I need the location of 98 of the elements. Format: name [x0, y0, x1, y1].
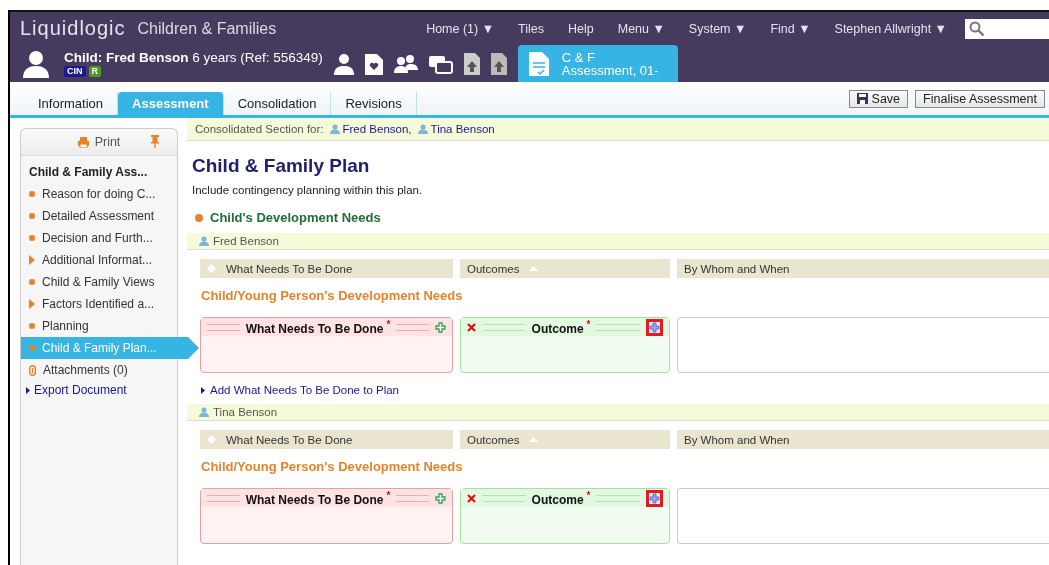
nav-menu-item[interactable]: Menu ▼: [605, 21, 677, 36]
nav-menu-item[interactable]: Home (1) ▼: [414, 21, 507, 36]
add-link[interactable]: Add What Needs To Be Done to Plan: [201, 384, 1049, 396]
document-heart-icon[interactable]: [363, 52, 384, 75]
column-header[interactable]: By Whom and When: [677, 430, 1049, 449]
bullet-icon: [29, 191, 35, 197]
bullet-icon: [29, 345, 35, 351]
bullet-icon: [29, 279, 35, 285]
sidebar-item[interactable]: Reason for doing C...: [21, 183, 177, 205]
column-header[interactable]: What Needs To Be Done: [200, 430, 453, 449]
bullet-icon: [29, 235, 35, 241]
add-icon: [649, 321, 660, 333]
column-label: Outcomes: [467, 262, 520, 275]
document-upload-icon[interactable]: [462, 51, 481, 76]
column-header[interactable]: Outcomes: [460, 259, 670, 278]
person-name: Tina Benson: [213, 406, 278, 418]
save-button[interactable]: Save: [848, 89, 909, 108]
document-upload-icon[interactable]: [489, 51, 508, 76]
nav-menu-item[interactable]: Find ▼: [758, 21, 823, 36]
box-title: What Needs To Be Done $^{*}$: [245, 318, 391, 336]
person-icon: [329, 124, 340, 134]
box-title: Outcome $^{*}$: [531, 318, 591, 336]
column-header[interactable]: By Whom and When: [677, 259, 1049, 278]
printer-icon: [77, 136, 89, 148]
person-link[interactable]: Tina Benson: [417, 123, 495, 135]
sidebar-heading: Child & Family Ass...: [28, 164, 149, 181]
nav-menu-item[interactable]: System ▼: [676, 21, 759, 36]
subsection-heading: Child/Young Person's Development Needs: [201, 459, 464, 474]
tab[interactable]: Consolidation: [223, 92, 332, 115]
status-badge: R: [88, 66, 101, 77]
highlight-frame[interactable]: [646, 489, 663, 507]
tab-title: C & F: [561, 50, 597, 64]
sidebar-item[interactable]: Planning: [21, 315, 177, 337]
highlight-frame[interactable]: [646, 318, 663, 336]
person-icon: [417, 124, 428, 134]
person-icon: [22, 49, 50, 78]
sidebar-item[interactable]: Decision and Furth...: [21, 227, 177, 249]
column-label: What Needs To Be Done: [226, 433, 353, 446]
triangle-icon: [29, 255, 35, 265]
person-name: Fred Benson: [213, 235, 279, 247]
column-label: What Needs To Be Done: [226, 262, 353, 275]
record-title: Child: Fred Benson 6 years (Ref: 556349): [64, 50, 323, 65]
paperclip-icon: [29, 364, 36, 376]
sidebar-item[interactable]: Detailed Assessment: [21, 205, 177, 227]
app-logo: Liquidlogic: [20, 17, 126, 40]
tab-subtitle: Assessment, 01-: [561, 63, 659, 77]
box-title: Outcome $^{*}$: [531, 489, 591, 507]
search-field[interactable]: [965, 18, 1049, 39]
sidebar-item[interactable]: Additional Informat...: [21, 249, 177, 271]
sidebar-item[interactable]: Export Document: [21, 381, 177, 399]
add-icon[interactable]: [435, 321, 446, 333]
tab[interactable]: Revisions: [331, 92, 417, 115]
add-icon[interactable]: [435, 492, 446, 504]
document-check-icon: [527, 50, 550, 77]
person-link[interactable]: Fred Benson,: [329, 123, 412, 135]
needs-box[interactable]: What Needs To Be Done $^{*}$: [200, 488, 453, 544]
column-label: Outcomes: [467, 433, 520, 446]
section-heading: Child's Development Needs: [210, 210, 381, 225]
bullet-icon: [29, 213, 35, 219]
diamond-icon: [207, 435, 216, 444]
consolidated-label: Consolidated Section for:: [195, 123, 324, 135]
nav-menu-item[interactable]: Help: [556, 21, 606, 36]
column-label: By Whom and When: [684, 262, 790, 275]
app-title: Children & Families: [137, 19, 277, 38]
sidebar-item[interactable]: Child & Family Views: [21, 271, 177, 293]
status-badge: CIN: [64, 66, 86, 77]
box-title: What Needs To Be Done $^{*}$: [245, 489, 391, 507]
subsection-heading: Child/Young Person's Development Needs: [201, 288, 464, 303]
intro-text: Include contingency planning within this plan.: [192, 184, 424, 196]
column-header[interactable]: What Needs To Be Done: [200, 259, 453, 278]
save-icon: [856, 93, 868, 104]
remove-icon[interactable]: [467, 493, 476, 503]
triangle-icon: [201, 386, 205, 394]
bullet-icon: [29, 323, 35, 329]
person-icon: [199, 407, 209, 417]
print-button[interactable]: Print: [77, 135, 121, 149]
pin-icon[interactable]: [151, 135, 159, 148]
page-heading: Child & Family Plan: [192, 155, 371, 177]
sidebar-item[interactable]: Factors Identified a...: [21, 293, 177, 315]
person-icon: [199, 236, 209, 246]
triangle-icon: [29, 299, 35, 309]
needs-box[interactable]: What Needs To Be Done $^{*}$: [200, 317, 453, 373]
nav-menu-item[interactable]: Tiles: [506, 21, 556, 36]
outcome-box[interactable]: Outcome $^{*}$: [460, 317, 670, 373]
diamond-icon: [207, 264, 216, 273]
remove-icon[interactable]: [467, 322, 476, 332]
add-icon: [649, 492, 660, 504]
person-icon[interactable]: [332, 52, 355, 75]
search-icon: [969, 20, 985, 37]
people-icon[interactable]: [392, 52, 419, 75]
column-header[interactable]: Outcomes: [460, 430, 670, 449]
column-label: By Whom and When: [684, 433, 790, 446]
finalise-button[interactable]: Finalise Assessment: [915, 89, 1045, 108]
nav-menu-item[interactable]: Stephen Allwright ▼: [822, 21, 959, 36]
triangle-icon: [26, 386, 30, 394]
bullet-icon: [195, 213, 203, 222]
outcome-box[interactable]: Outcome $^{*}$: [460, 488, 670, 544]
sidebar-item[interactable]: Attachments (0): [21, 359, 177, 381]
